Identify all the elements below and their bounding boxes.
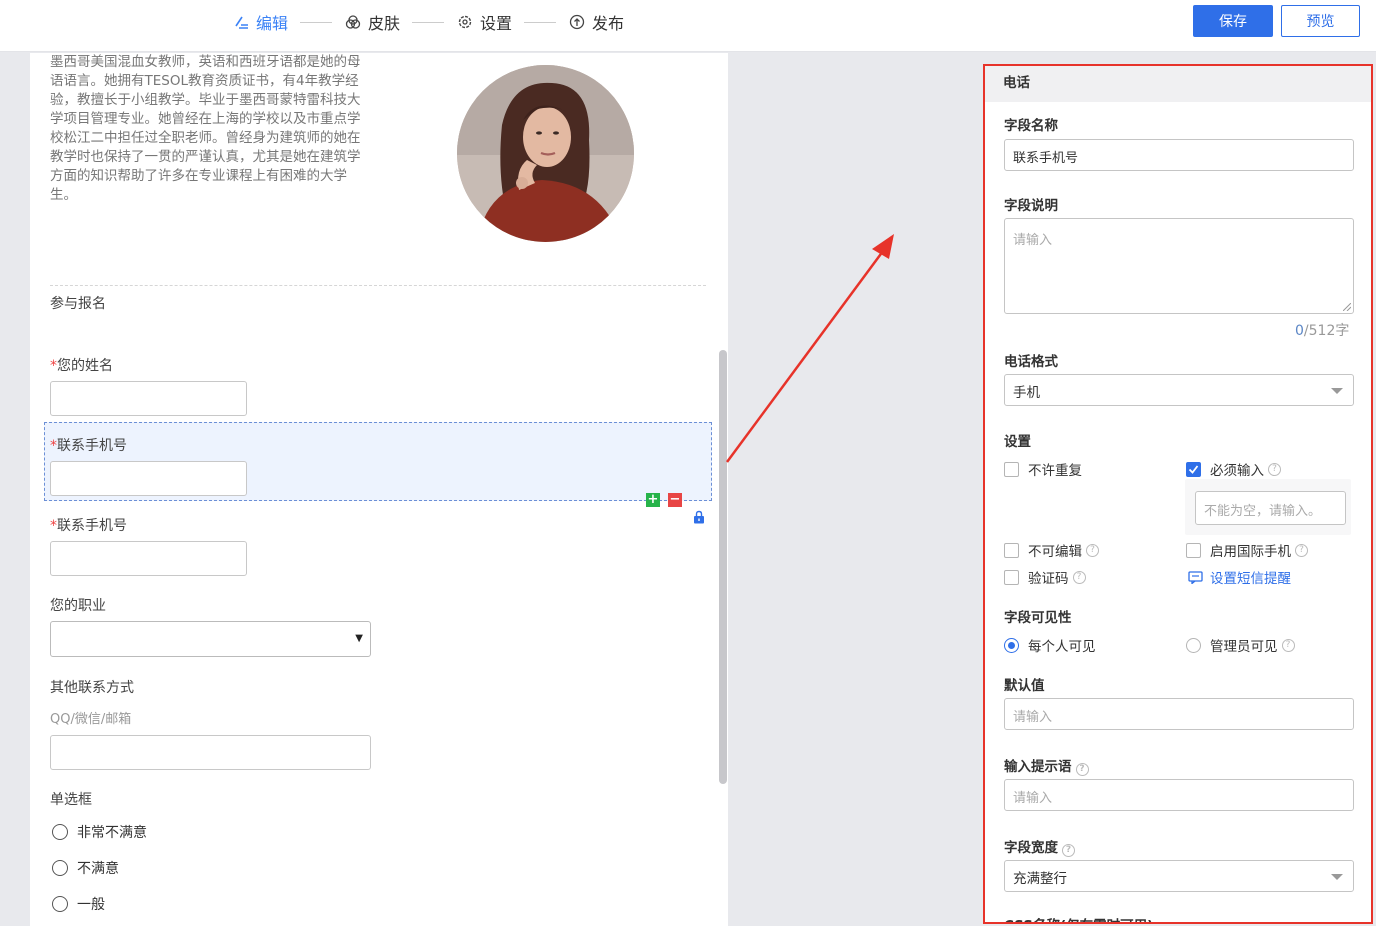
field-desc-textarea[interactable]: 请输入 [1004,218,1354,314]
step-connector [524,21,557,23]
palette-icon [344,13,362,31]
other-contact-hint: QQ/微信/邮箱 [50,712,132,727]
phone-format-label: 电话格式 [1004,354,1058,370]
panel-title: 电话 [985,66,1371,102]
form-canvas: 墨西哥美国混血女教师，英语和西班牙语都是她的母语语言。她拥有TESOL教育资质证… [30,53,728,926]
checkbox[interactable] [1186,542,1201,558]
help-icon[interactable]: ? [1295,543,1308,557]
help-icon[interactable]: ? [1268,462,1281,476]
name-input[interactable] [50,381,247,416]
remove-field-button[interactable]: − [668,493,682,507]
sms-reminder-link[interactable]: 设置短信提醒 [1188,567,1291,587]
step-edit-label: 编辑 [256,14,289,33]
radio-button[interactable] [52,860,68,876]
radio-visible-everyone[interactable]: 每个人可见 [1004,635,1096,655]
help-icon[interactable]: ? [1062,844,1075,857]
radio-button-selected[interactable] [1004,637,1019,653]
help-icon[interactable]: ? [1072,570,1086,584]
radio-button[interactable] [52,824,68,840]
field-width-select[interactable]: 充满整行 [1004,860,1354,892]
lock-icon[interactable] [692,509,706,524]
occupation-select[interactable]: ▼ [50,621,371,657]
step-publish[interactable]: 发布 [568,10,624,34]
field-label-name: *您的姓名 [50,358,113,374]
required-mark: * [50,518,57,534]
radio-button[interactable] [52,896,68,912]
help-icon[interactable]: ? [1075,763,1089,776]
radio-button[interactable] [1186,637,1201,653]
radio-option[interactable]: 一般 [52,894,105,914]
checkbox-intl-phone[interactable]: 启用国际手机 ? [1186,540,1308,560]
save-button[interactable]: 保存 [1193,5,1273,37]
section-title: 参与报名 [50,296,106,312]
field-label-phone-2: *联系手机号 [50,518,127,534]
settings-label: 设置 [1004,434,1031,450]
step-edit[interactable]: 编辑 [232,10,288,34]
checkbox-required[interactable]: 必须输入 ? [1186,459,1281,479]
other-contact-input[interactable] [50,735,371,770]
edit-icon [232,13,250,31]
teacher-avatar [457,65,634,242]
field-width-label: 字段宽度? [1004,836,1075,857]
field-label-radio: 单选框 [50,792,92,808]
checkbox[interactable] [1004,542,1019,558]
required-message-input[interactable]: 不能为空，请输入。 [1195,491,1346,525]
gear-icon [456,13,474,31]
checkbox-verify-code[interactable]: 验证码 ? [1004,567,1086,587]
checkbox[interactable] [1004,461,1019,477]
phone-input[interactable] [50,461,247,496]
field-label-other-contact: 其他联系方式 [50,680,134,696]
field-name-input[interactable]: 联系手机号 [1004,139,1354,171]
css-name-label: CSS名称(仅在需时可用) [1004,914,1153,922]
step-skin[interactable]: 皮肤 [344,10,400,34]
help-icon[interactable]: ? [1086,543,1099,557]
field-name-label: 字段名称 [1004,118,1058,134]
default-value-label: 默认值 [1004,678,1045,694]
input-prompt-input[interactable]: 请输入 [1004,779,1354,811]
checkbox-no-duplicate[interactable]: 不许重复 [1004,459,1082,479]
step-skin-label: 皮肤 [368,14,401,33]
publish-icon [568,13,586,31]
field-label-occupation: 您的职业 [50,598,106,614]
checkbox-not-editable[interactable]: 不可编辑 ? [1004,540,1099,560]
required-mark: * [50,438,57,454]
help-icon[interactable]: ? [1281,638,1295,652]
checkbox[interactable] [1004,569,1019,585]
field-desc-label: 字段说明 [1004,198,1058,214]
field-label-phone: *联系手机号 [50,438,127,454]
required-mark: * [50,358,57,374]
canvas-scrollbar[interactable] [719,350,727,784]
dropdown-arrow-icon [1331,874,1343,880]
field-settings-panel: 电话 字段名称 联系手机号 字段说明 请输入 0/512字 电话格式 手机 设置… [983,64,1373,924]
input-prompt-label: 输入提示语? [1004,755,1089,776]
preview-button[interactable]: 预览 [1281,5,1360,37]
default-value-input[interactable]: 请输入 [1004,698,1354,730]
radio-option[interactable]: 不满意 [52,858,119,878]
resize-grip-icon[interactable] [1343,303,1351,311]
field-desc-placeholder: 请输入 [1013,233,1053,248]
add-field-button[interactable]: + [646,493,660,507]
step-connector [412,21,445,23]
visibility-label: 字段可见性 [1004,610,1072,626]
step-settings-label: 设置 [480,14,513,33]
step-publish-label: 发布 [592,14,625,33]
dropdown-arrow-icon [1331,388,1343,394]
checkbox-checked[interactable] [1186,461,1201,477]
message-icon [1188,570,1203,584]
step-connector [300,21,333,23]
teacher-bio: 墨西哥美国混血女教师，英语和西班牙语都是她的母语语言。她拥有TESOL教育资质证… [50,54,361,203]
char-counter: 0/512字 [1295,323,1350,339]
step-nav: 编辑 皮肤 设置 发布 [232,0,624,44]
radio-option[interactable]: 非常不满意 [52,822,147,842]
dropdown-arrow-icon: ▼ [355,633,363,644]
top-toolbar: 编辑 皮肤 设置 发布 保存 预览 [0,0,1376,52]
phone-input-2[interactable] [50,541,247,576]
section-divider [50,285,706,286]
radio-visible-admin[interactable]: 管理员可见 ? [1186,635,1295,655]
phone-format-select[interactable]: 手机 [1004,374,1354,406]
step-settings[interactable]: 设置 [456,10,512,34]
